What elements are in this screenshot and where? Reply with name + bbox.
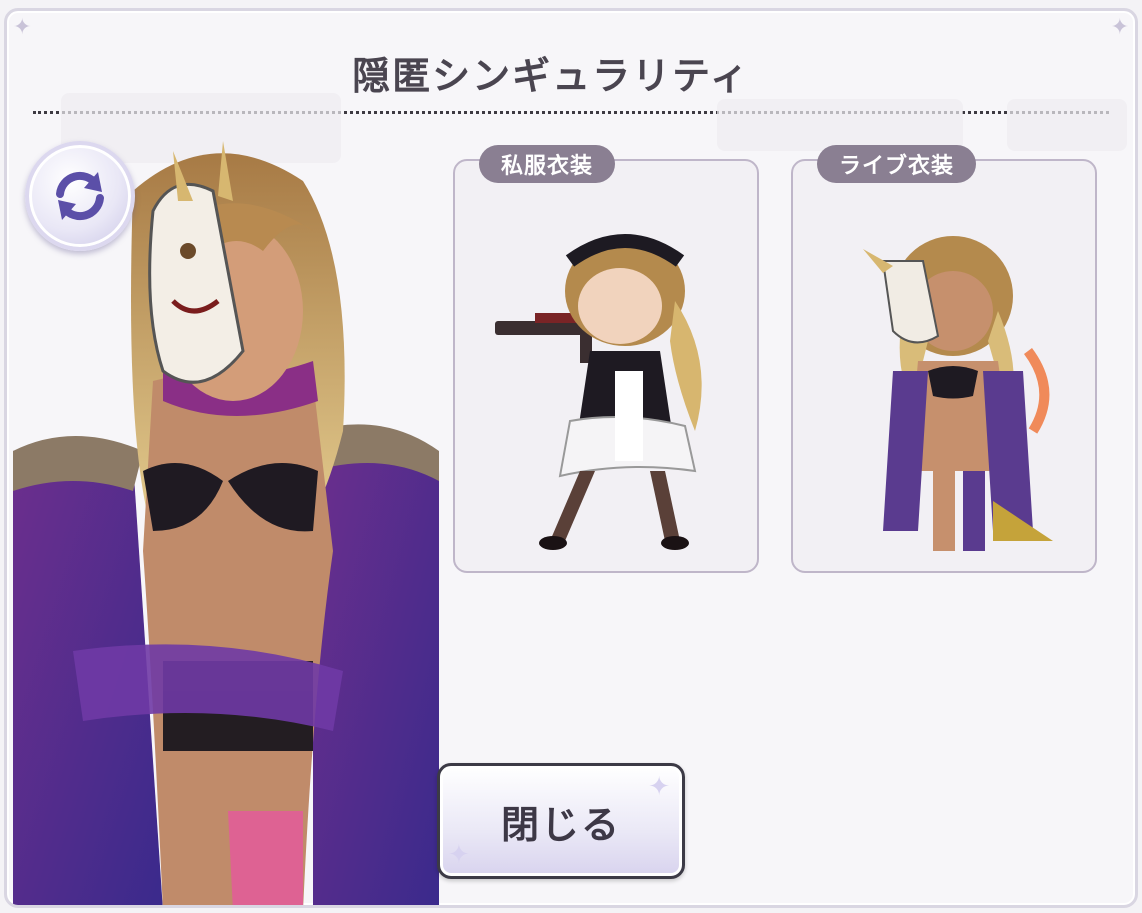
sparkle-icon: ✦	[448, 840, 472, 870]
casual-outfit-card: 私服衣装	[453, 145, 759, 573]
sparkle-icon: ✦	[648, 772, 672, 802]
live-outfit-chibi	[813, 221, 1079, 561]
switch-view-button[interactable]	[25, 141, 135, 251]
outfit-dialog: ✦ ✦ 隠匿シンギュラリティ 私服衣装 ライブ衣装 ✦ 閉じる ✦	[4, 8, 1138, 908]
close-button-label: 閉じる	[500, 802, 621, 847]
refresh-arrows-icon	[56, 171, 104, 221]
chibi-illustration	[863, 236, 1053, 551]
dialog-title: 隠匿シンギュラリティ	[352, 54, 750, 98]
live-outfit-card: ライブ衣装	[791, 145, 1097, 573]
background-tab	[1007, 99, 1127, 151]
live-outfit-label: ライブ衣装	[817, 145, 977, 183]
chibi-illustration	[495, 234, 702, 550]
casual-outfit-label: 私服衣装	[479, 145, 616, 183]
background-tab	[717, 99, 963, 151]
sparkle-icon: ✦	[1110, 15, 1129, 40]
casual-outfit-chibi	[475, 221, 741, 561]
close-button[interactable]: ✦ 閉じる ✦	[437, 763, 685, 879]
sparkle-icon: ✦	[13, 15, 32, 40]
